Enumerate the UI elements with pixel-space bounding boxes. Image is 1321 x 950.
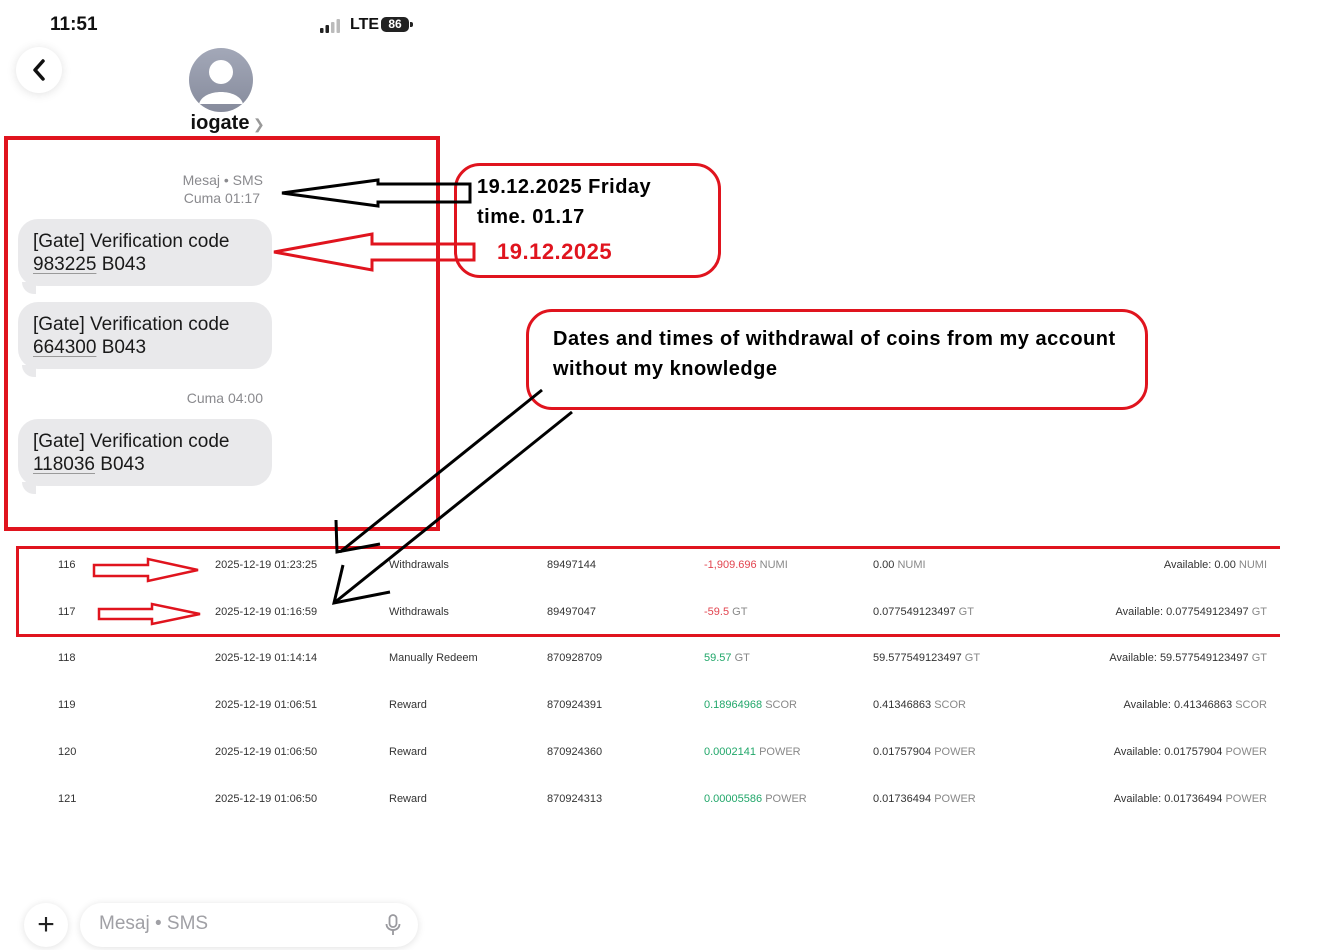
microphone-icon[interactable] [385,914,401,936]
black-pointer-line [333,410,573,605]
red-arrow [273,232,476,272]
message-composer[interactable] [80,903,418,947]
red-row-arrow [92,557,199,583]
black-arrow [281,178,472,208]
black-pointer-line [339,388,543,554]
red-row-arrow [97,602,201,626]
plus-icon[interactable]: + [24,903,68,947]
message-input[interactable] [97,912,371,936]
annotation-arrows [92,178,573,626]
